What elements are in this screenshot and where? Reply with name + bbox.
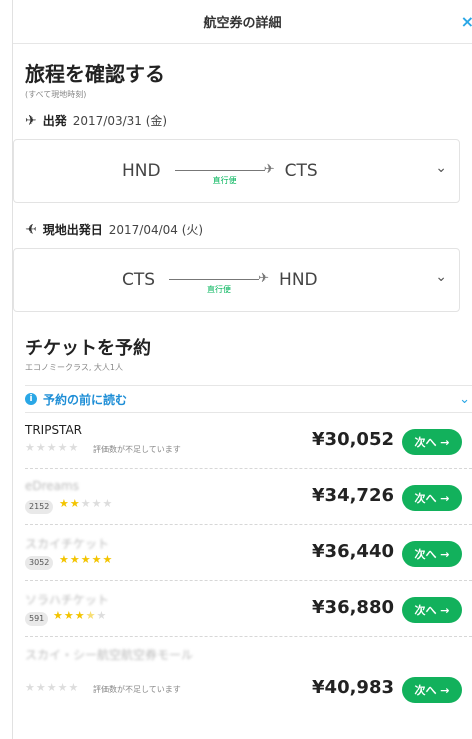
price: ¥36,440 xyxy=(312,541,394,562)
chevron-down-icon: ⌄ xyxy=(459,392,470,407)
price: ¥34,726 xyxy=(312,485,394,506)
return-date: 2017/04/04 (火) xyxy=(108,223,204,237)
provider-name: eDreams xyxy=(25,479,79,493)
provider-name: スカイ・シー航空航空券モール xyxy=(25,648,194,662)
provider-row: ソラハチケット 591 ★★★★★ ¥36,880 次へ → xyxy=(25,581,472,637)
page-title: 航空券の詳細 xyxy=(203,16,282,31)
outbound-to: CTS xyxy=(284,161,318,181)
return-from: CTS xyxy=(122,270,156,290)
outbound-from: HND xyxy=(122,161,161,181)
route-arrow: ✈ 直行便 xyxy=(163,268,271,294)
review-count: 3052 xyxy=(25,556,54,570)
rating-stars: ★★★★★ xyxy=(59,553,114,566)
plane-arrow-icon: ✈ xyxy=(258,271,270,286)
read-before-booking-label: 予約の前に読む xyxy=(43,392,128,407)
price: ¥36,880 xyxy=(312,597,394,618)
return-plane-icon: ✈ xyxy=(25,221,37,238)
return-leg-header: ✈ 現地出発日 2017/04/04 (火) xyxy=(25,221,472,238)
rating-stars: ★★★★★ xyxy=(59,497,114,510)
rating-stars: ★★★★★ xyxy=(25,681,80,694)
itinerary-note: (すべて現地時刻) xyxy=(25,90,87,99)
next-button[interactable]: 次へ → xyxy=(402,429,462,455)
provider-name: スカイチケット xyxy=(25,537,110,551)
provider-name: ソラハチケット xyxy=(25,593,109,607)
price: ¥30,052 xyxy=(312,429,394,450)
route-line xyxy=(174,170,265,171)
chevron-down-icon[interactable]: ⌄ xyxy=(435,160,447,176)
return-route-card[interactable]: CTS ✈ 直行便 HND ⌄ xyxy=(13,248,460,312)
next-button[interactable]: 次へ → xyxy=(402,677,462,703)
booking-title: チケットを予約 xyxy=(25,338,151,359)
departure-plane-icon: ✈ xyxy=(25,112,37,129)
provider-row: eDreams 2152 ★★★★★ ¥34,726 次へ → xyxy=(25,469,472,525)
info-icon: i xyxy=(25,393,37,405)
flight-details-panel: 航空券の詳細 × 旅程を確認する (すべて現地時刻) ✈ 出発 2017/03/… xyxy=(12,0,472,739)
rating-note: 評価数が不足しています xyxy=(93,445,181,454)
return-to: HND xyxy=(279,270,318,290)
outbound-date: 2017/03/31 (金) xyxy=(72,114,168,128)
outbound-route-card[interactable]: HND ✈ 直行便 CTS ⌄ xyxy=(13,139,460,203)
rating-note: 評価数が不足しています xyxy=(93,685,181,694)
direct-flight-label: 直行便 xyxy=(212,176,237,185)
direct-flight-label: 直行便 xyxy=(207,285,232,294)
provider-row: スカイ・シー航空航空券モール ★★★★★ 評価数が不足しています ¥40,983… xyxy=(25,637,472,707)
chevron-down-icon[interactable]: ⌄ xyxy=(435,269,447,285)
price: ¥40,983 xyxy=(312,677,394,698)
route-arrow: ✈ 直行便 xyxy=(169,159,277,185)
return-label: 現地出発日 xyxy=(42,223,103,237)
close-icon[interactable]: × xyxy=(461,12,472,31)
outbound-label: 出発 xyxy=(42,114,67,128)
outbound-leg-header: ✈ 出発 2017/03/31 (金) xyxy=(25,112,472,129)
rating-stars: ★★★★★ xyxy=(25,441,80,454)
itinerary-title: 旅程を確認する xyxy=(25,62,165,86)
review-count: 591 xyxy=(25,612,49,626)
header-bar: 航空券の詳細 × xyxy=(13,0,472,44)
read-before-booking[interactable]: i 予約の前に読む ⌄ xyxy=(25,385,472,413)
route-line xyxy=(169,279,260,280)
booking-subtitle: エコノミークラス, 大人1人 xyxy=(25,363,124,372)
next-button[interactable]: 次へ → xyxy=(402,485,462,511)
review-count: 2152 xyxy=(25,500,54,514)
rating-stars: ★★★★★ xyxy=(53,609,108,622)
provider-list: TRIPSTAR ★★★★★ 評価数が不足しています ¥30,052 次へ → … xyxy=(13,413,472,707)
plane-arrow-icon: ✈ xyxy=(263,162,275,177)
provider-row: TRIPSTAR ★★★★★ 評価数が不足しています ¥30,052 次へ → xyxy=(25,413,472,469)
next-button[interactable]: 次へ → xyxy=(402,541,462,567)
provider-name: TRIPSTAR xyxy=(25,423,83,437)
provider-row: スカイチケット 3052 ★★★★★ ¥36,440 次へ → xyxy=(25,525,472,581)
next-button[interactable]: 次へ → xyxy=(402,597,462,623)
